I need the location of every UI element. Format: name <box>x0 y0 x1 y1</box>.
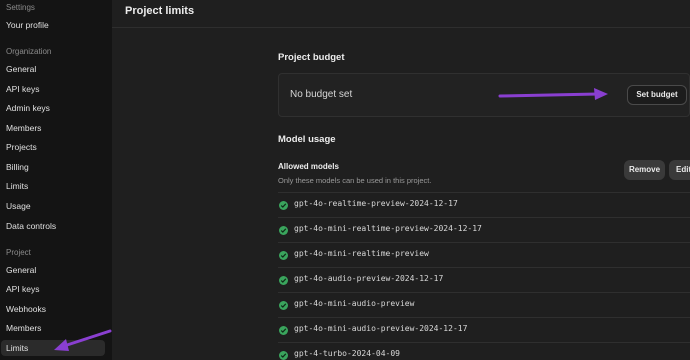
check-circle-icon <box>279 301 288 310</box>
sidebar-heading-settings: Settings <box>6 3 35 12</box>
sidebar: Settings Your profile Organization Gener… <box>0 0 112 360</box>
model-row: gpt-4o-mini-realtime-preview-2024-12-17 <box>278 217 690 242</box>
edit-button[interactable]: Edit <box>669 160 690 180</box>
sidebar-item-org-admin-keys[interactable]: Admin keys <box>6 100 50 116</box>
sidebar-heading-project: Project <box>6 248 31 257</box>
annotation-arrow-icon <box>498 88 608 100</box>
sidebar-item-project-api-keys[interactable]: API keys <box>6 281 40 297</box>
model-name: gpt-4o-realtime-preview-2024-12-17 <box>294 199 458 208</box>
model-row: gpt-4o-mini-realtime-preview <box>278 242 690 267</box>
sidebar-item-project-webhooks[interactable]: Webhooks <box>6 301 46 317</box>
sidebar-item-org-general[interactable]: General <box>6 61 36 77</box>
model-row: gpt-4o-mini-audio-preview <box>278 292 690 317</box>
sidebar-item-org-api-keys[interactable]: API keys <box>6 81 40 97</box>
budget-card: No budget set Set budget <box>278 73 690 117</box>
project-budget-heading: Project budget <box>278 52 345 63</box>
model-name: gpt-4o-mini-audio-preview <box>294 299 415 308</box>
sidebar-item-org-data-controls[interactable]: Data controls <box>6 218 56 234</box>
main-content: Project limits Project budget No budget … <box>112 0 690 360</box>
check-circle-icon <box>279 326 288 335</box>
check-circle-icon <box>279 351 288 360</box>
check-circle-icon <box>279 226 288 235</box>
annotation-arrow-icon <box>54 329 112 351</box>
model-name: gpt-4o-audio-preview-2024-12-17 <box>294 274 444 283</box>
model-row: gpt-4o-audio-preview-2024-12-17 <box>278 267 690 292</box>
sidebar-item-org-members[interactable]: Members <box>6 120 41 136</box>
model-name: gpt-4-turbo-2024-04-09 <box>294 349 400 358</box>
model-name: gpt-4o-mini-audio-preview-2024-12-17 <box>294 324 468 333</box>
budget-status: No budget set <box>290 89 353 100</box>
check-circle-icon <box>279 276 288 285</box>
model-usage-heading: Model usage <box>278 134 336 145</box>
sidebar-item-org-projects[interactable]: Projects <box>6 139 37 155</box>
model-name: gpt-4o-mini-realtime-preview-2024-12-17 <box>294 224 482 233</box>
page-header: Project limits <box>112 0 690 28</box>
check-circle-icon <box>279 201 288 210</box>
set-budget-button[interactable]: Set budget <box>627 85 687 105</box>
model-row: gpt-4-turbo-2024-04-09 <box>278 342 690 360</box>
sidebar-item-org-billing[interactable]: Billing <box>6 159 29 175</box>
remove-button[interactable]: Remove <box>624 160 665 180</box>
sidebar-heading-organization: Organization <box>6 47 52 56</box>
page-title: Project limits <box>125 5 195 17</box>
sidebar-item-org-usage[interactable]: Usage <box>6 198 31 214</box>
sidebar-item-project-members[interactable]: Members <box>6 320 41 336</box>
check-circle-icon <box>279 251 288 260</box>
model-name: gpt-4o-mini-realtime-preview <box>294 249 429 258</box>
model-row: gpt-4o-realtime-preview-2024-12-17 <box>278 192 690 217</box>
model-row: gpt-4o-mini-audio-preview-2024-12-17 <box>278 317 690 342</box>
sidebar-item-your-profile[interactable]: Your profile <box>6 17 49 33</box>
allowed-models-description: Only these models can be used in this pr… <box>278 176 432 185</box>
sidebar-item-org-limits[interactable]: Limits <box>6 178 28 194</box>
sidebar-item-project-general[interactable]: General <box>6 262 36 278</box>
allowed-models-label: Allowed models <box>278 162 339 171</box>
